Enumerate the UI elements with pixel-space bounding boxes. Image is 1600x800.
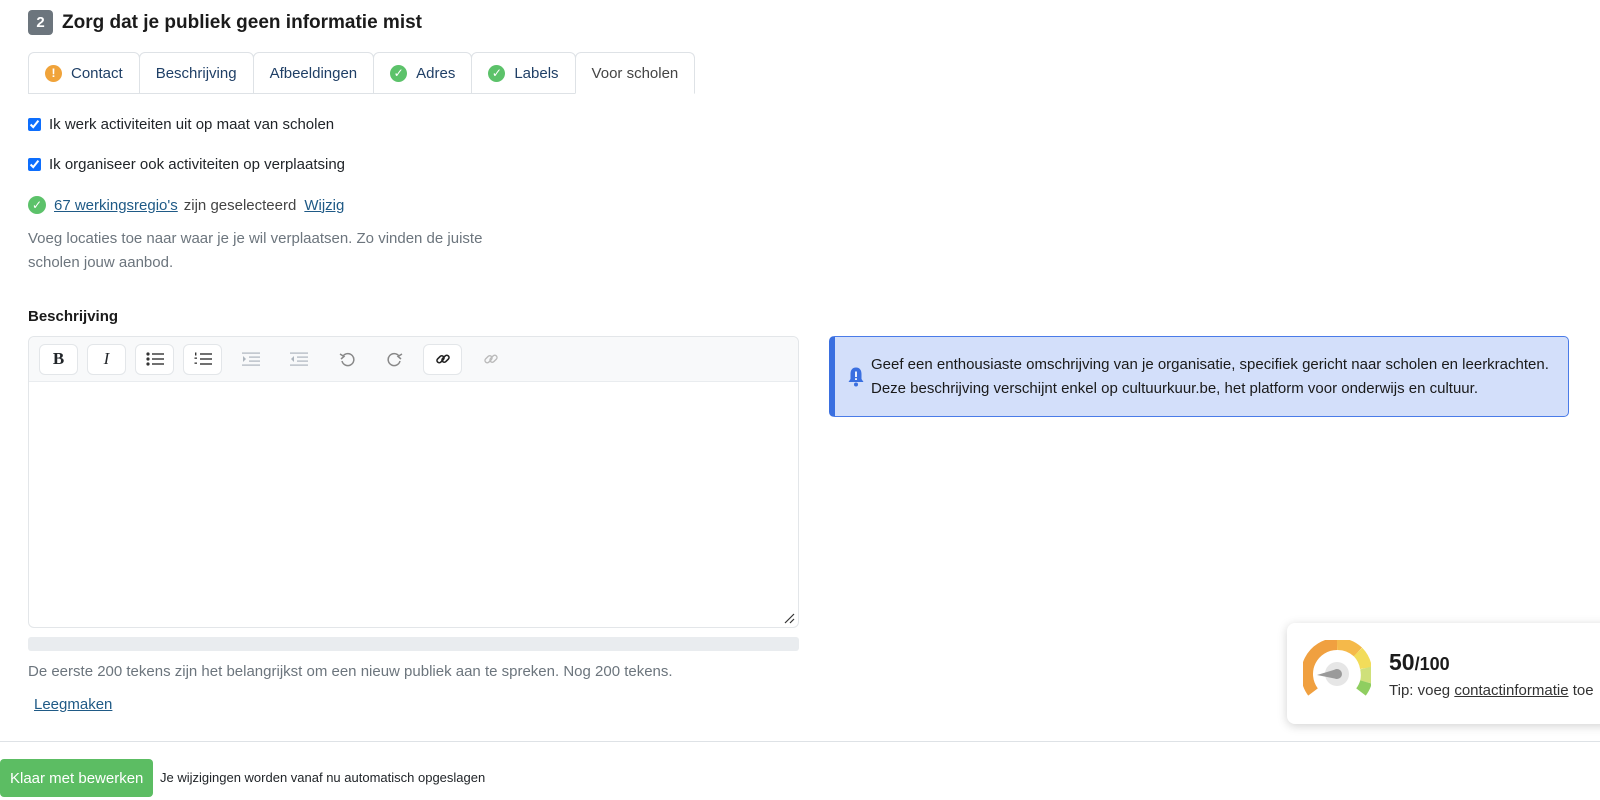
autosave-text: Je wijzigingen worden vanaf nu automatis… [160, 770, 486, 785]
info-alert: Geef een enthousiaste omschrijving van j… [829, 336, 1569, 417]
description-editor: B I [28, 336, 799, 628]
description-label: Beschrijving [28, 308, 119, 325]
score-card: 50/100 Tip: voeg contactinformatie toe [1287, 623, 1600, 724]
edit-regions-link[interactable]: Wijzig [304, 197, 344, 214]
bold-icon: B [52, 349, 65, 368]
check-circle-icon: ✓ [28, 196, 46, 214]
character-counter-text: De eerste 200 tekens zijn het belangrijk… [28, 663, 673, 680]
info-line-1: Geef een enthousiaste omschrijving van j… [871, 355, 1549, 373]
bullet-list-icon [145, 352, 164, 366]
editor-toolbar: B I [29, 337, 798, 382]
tab-beschrijving[interactable]: Beschrijving [138, 52, 254, 94]
bold-button[interactable]: B [39, 343, 78, 375]
clear-link[interactable]: Leegmaken [34, 696, 112, 713]
checkbox-label: Ik organiseer ook activiteiten op verpla… [49, 156, 346, 173]
schools-checkbox[interactable] [28, 118, 41, 131]
character-progress-bar [28, 637, 799, 651]
outdent-icon [289, 352, 308, 366]
undo-icon [339, 352, 355, 367]
link-icon [435, 354, 450, 364]
tab-label: Adres [416, 64, 456, 82]
step-header: 2 Zorg dat je publiek geen informatie mi… [28, 10, 422, 35]
numbered-list-button[interactable] [183, 343, 222, 375]
resize-handle-icon[interactable] [783, 612, 795, 624]
bottom-bar: Klaar met bewerken Je wijzigingen worden… [0, 741, 1600, 800]
info-line-2: Deze beschrijving verschijnt enkel op cu… [871, 379, 1478, 397]
check-circle-icon: ✓ [390, 64, 408, 82]
undo-button[interactable] [327, 344, 366, 375]
checkbox-row-schools: Ik werk activiteiten uit op maat van sch… [28, 116, 334, 133]
italic-button[interactable]: I [87, 343, 126, 375]
tab-label: Beschrijving [155, 64, 237, 82]
link-button[interactable] [423, 343, 462, 375]
regions-link[interactable]: 67 werkingsregio's [54, 197, 178, 214]
unlink-button[interactable] [471, 344, 510, 375]
warning-icon: ! [45, 64, 62, 82]
checkbox-row-travel: Ik organiseer ook activiteiten op verpla… [28, 156, 345, 173]
regions-help-text: Voeg locaties toe naar waar je je wil ve… [28, 230, 483, 271]
tab-bar: ! Contact Beschrijving Afbeeldingen ✓ Ad… [28, 52, 696, 94]
checkbox-label: Ik werk activiteiten uit op maat van sch… [49, 116, 335, 133]
info-text: Geef een enthousiaste omschrijving van j… [871, 353, 1549, 401]
bell-exclamation-icon [848, 367, 864, 386]
travel-checkbox[interactable] [28, 158, 41, 171]
indent-icon [241, 352, 260, 366]
italic-icon: I [103, 349, 110, 368]
score-gauge-icon [1303, 639, 1371, 696]
redo-icon [386, 352, 402, 367]
numbered-list-icon [194, 352, 212, 365]
score-tip: Tip: voeg contactinformatie toe [1389, 682, 1594, 699]
tab-voor-scholen[interactable]: Voor scholen [574, 52, 696, 94]
tip-prefix: Tip: voeg [1389, 681, 1455, 699]
indent-button[interactable] [231, 344, 270, 375]
tab-adres[interactable]: ✓ Adres [373, 52, 473, 94]
tip-contact-link[interactable]: contactinformatie [1454, 682, 1568, 699]
step-number-badge: 2 [28, 10, 53, 35]
regions-text: zijn geselecteerd [183, 196, 297, 214]
step-title: Zorg dat je publiek geen informatie mist [62, 11, 422, 33]
regions-status: ✓ 67 werkingsregio's zijn geselecteerd W… [28, 196, 344, 214]
editor-content[interactable] [29, 382, 798, 627]
tip-suffix: toe [1568, 681, 1594, 699]
score-value: 50 [1389, 648, 1415, 675]
redo-button[interactable] [375, 344, 414, 375]
tab-label: Labels [514, 64, 559, 82]
tab-contact[interactable]: ! Contact [28, 52, 140, 94]
tab-label: Afbeeldingen [269, 64, 358, 82]
outdent-button[interactable] [279, 344, 318, 375]
tab-label: Contact [71, 64, 123, 82]
tab-afbeeldingen[interactable]: Afbeeldingen [252, 52, 375, 94]
bullet-list-button[interactable] [135, 343, 174, 375]
score-max: /100 [1414, 653, 1450, 674]
tab-labels[interactable]: ✓ Labels [471, 52, 576, 94]
tab-label: Voor scholen [591, 64, 679, 82]
score-info: 50/100 Tip: voeg contactinformatie toe [1389, 649, 1594, 699]
unlink-icon [483, 354, 498, 364]
done-editing-button[interactable]: Klaar met bewerken [0, 759, 154, 797]
check-circle-icon: ✓ [488, 64, 506, 82]
